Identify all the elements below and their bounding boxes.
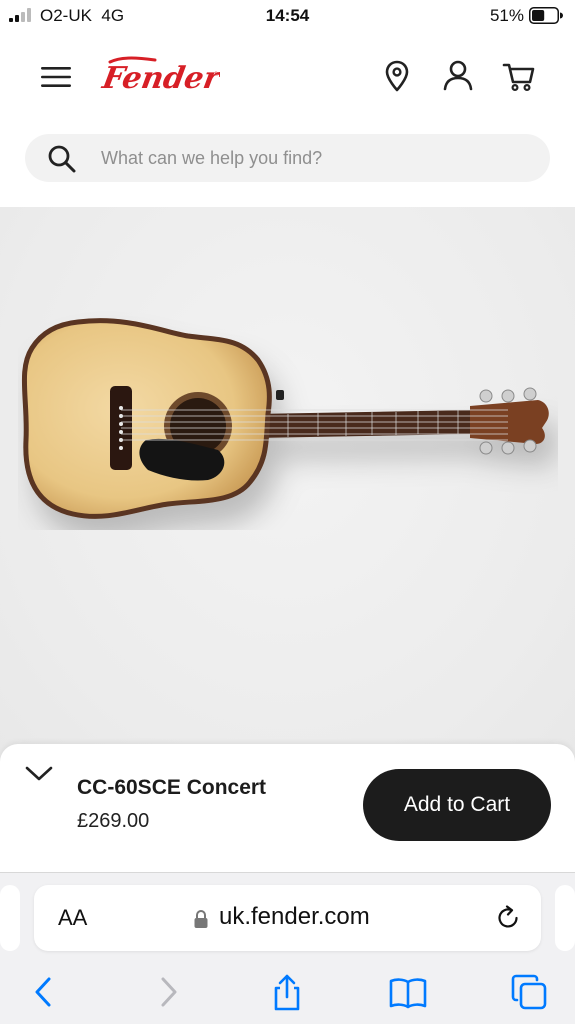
- product-sticky-bar: CC-60SCE Concert £269.00 Add to Cart: [0, 744, 575, 872]
- tabs-icon[interactable]: [509, 972, 549, 1012]
- product-price: £269.00: [77, 810, 150, 832]
- next-tab-edge[interactable]: [555, 885, 575, 951]
- search-icon[interactable]: [47, 144, 77, 174]
- url-text[interactable]: uk.fender.com: [219, 903, 370, 931]
- browser-toolbar: AA uk.fender.com: [0, 872, 575, 1024]
- product-image-guitar[interactable]: [18, 310, 558, 530]
- svg-text:®: ®: [213, 71, 219, 78]
- text-size-button[interactable]: AA: [58, 905, 87, 931]
- cart-icon[interactable]: [502, 58, 536, 94]
- account-icon[interactable]: [441, 58, 475, 94]
- chevron-down-icon[interactable]: [24, 762, 54, 784]
- share-icon[interactable]: [267, 972, 307, 1012]
- menu-icon[interactable]: [40, 64, 72, 90]
- reload-icon[interactable]: [493, 903, 523, 933]
- lock-icon: [194, 910, 208, 928]
- logo-text: Fender: [100, 61, 220, 96]
- site-header: Fender ®: [0, 44, 575, 110]
- search-input[interactable]: [101, 142, 531, 174]
- status-bar: O2-UK 4G 14:54 51%: [0, 0, 575, 32]
- product-name: CC-60SCE Concert: [77, 776, 267, 799]
- location-pin-icon[interactable]: [380, 58, 414, 94]
- previous-tab-edge[interactable]: [0, 885, 20, 951]
- add-to-cart-button[interactable]: Add to Cart: [363, 769, 551, 841]
- battery-percent: 51%: [489, 6, 524, 25]
- address-bar[interactable]: AA uk.fender.com: [34, 885, 541, 951]
- forward-icon[interactable]: [148, 972, 188, 1012]
- clock: 14:54: [265, 6, 310, 25]
- bookmarks-icon[interactable]: [388, 972, 428, 1012]
- back-icon[interactable]: [24, 972, 64, 1012]
- search-bar[interactable]: [25, 134, 550, 182]
- fender-logo[interactable]: Fender ®: [100, 50, 220, 106]
- battery-icon: [529, 7, 563, 24]
